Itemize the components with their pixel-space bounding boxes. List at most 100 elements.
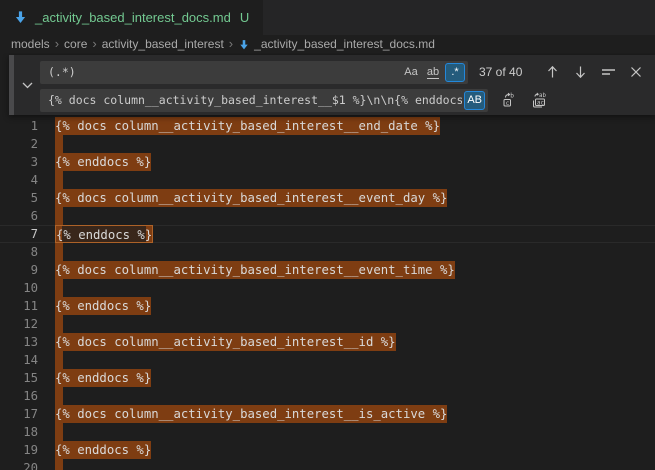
line-number[interactable]: 10 (0, 279, 38, 297)
line-content[interactable] (55, 459, 63, 470)
breadcrumb-item-models[interactable]: models (11, 37, 50, 51)
line-number[interactable]: 19 (0, 441, 38, 459)
code-line[interactable]: 8 (0, 243, 655, 261)
line-content[interactable] (55, 351, 63, 369)
line-content[interactable] (55, 243, 63, 261)
regex-button[interactable]: .* (445, 63, 465, 82)
whole-word-button[interactable]: ab (423, 63, 443, 82)
replace-value: {% docs column__activity_based_interest_… (48, 93, 462, 107)
line-number[interactable]: 7 (0, 225, 38, 243)
line-content[interactable]: {% docs column__activity_based_interest_… (55, 189, 447, 207)
code-line[interactable]: 10 (0, 279, 655, 297)
code-line[interactable]: 1 {% docs column__activity_based_interes… (0, 117, 655, 135)
chevron-right-icon: › (55, 36, 59, 51)
line-content[interactable]: {% docs column__activity_based_interest_… (55, 333, 396, 351)
markdown-icon (13, 10, 28, 25)
breadcrumb-item-folder[interactable]: activity_based_interest (102, 37, 224, 51)
find-in-selection-button[interactable] (598, 62, 618, 82)
replace-all-button[interactable]: ab ac (528, 90, 548, 110)
code-line[interactable]: 6 (0, 207, 655, 225)
match-case-button[interactable]: Aa (401, 63, 421, 82)
code-line[interactable]: 15 {% enddocs %} (0, 369, 655, 387)
code-line[interactable]: 12 (0, 315, 655, 333)
line-number[interactable]: 6 (0, 207, 38, 225)
code-line[interactable]: 5 {% docs column__activity_based_interes… (0, 189, 655, 207)
line-content[interactable] (55, 207, 63, 225)
code-line[interactable]: 7 {% enddocs %} (0, 225, 655, 243)
line-content[interactable]: {% docs column__activity_based_interest_… (55, 405, 447, 423)
replace-button[interactable]: b c (499, 90, 519, 110)
chevron-right-icon: › (229, 36, 233, 51)
next-match-button[interactable] (570, 62, 590, 82)
toggle-replace-button[interactable] (14, 55, 40, 115)
previous-match-button[interactable] (542, 62, 562, 82)
line-number[interactable]: 15 (0, 369, 38, 387)
line-content[interactable]: {% enddocs %} (55, 297, 151, 315)
breadcrumb-item-core[interactable]: core (64, 37, 87, 51)
line-number[interactable]: 14 (0, 351, 38, 369)
code-line[interactable]: 4 (0, 171, 655, 189)
editor-pane: (.*) Aa ab .* 37 of 40 (0, 53, 655, 470)
find-query: (.*) (48, 65, 399, 79)
find-match-highlight (55, 423, 63, 441)
line-number[interactable]: 1 (0, 117, 38, 135)
find-match-highlight (55, 243, 63, 261)
preserve-case-button[interactable]: AB (464, 91, 485, 110)
find-input[interactable]: (.*) Aa ab .* (40, 61, 468, 84)
editor-tab[interactable]: _activity_based_interest_docs.md U (0, 0, 263, 35)
line-number[interactable]: 2 (0, 135, 38, 153)
line-content[interactable]: {% enddocs %} (55, 369, 151, 387)
line-number[interactable]: 18 (0, 423, 38, 441)
line-number[interactable]: 20 (0, 459, 38, 470)
line-number[interactable]: 13 (0, 333, 38, 351)
line-content[interactable] (55, 387, 63, 405)
line-content[interactable] (55, 315, 63, 333)
line-number[interactable]: 12 (0, 315, 38, 333)
code-line[interactable]: 16 (0, 387, 655, 405)
svg-text:ac: ac (537, 100, 544, 106)
code-line[interactable]: 20 (0, 459, 655, 470)
line-number[interactable]: 5 (0, 189, 38, 207)
line-content[interactable]: {% enddocs %} (55, 441, 151, 459)
line-content[interactable]: {% docs column__activity_based_interest_… (55, 261, 455, 279)
find-match-highlight (55, 459, 63, 470)
find-match-highlight: {% docs column__activity_based_interest_… (55, 261, 455, 279)
code-line[interactable]: 9 {% docs column__activity_based_interes… (0, 261, 655, 279)
line-number[interactable]: 11 (0, 297, 38, 315)
line-content[interactable] (55, 423, 63, 441)
find-match-highlight: {% docs column__activity_based_interest_… (55, 117, 440, 135)
find-match-highlight (55, 315, 63, 333)
breadcrumb-item-file[interactable]: _activity_based_interest_docs.md (254, 37, 435, 51)
line-number[interactable]: 3 (0, 153, 38, 171)
tab-filename: _activity_based_interest_docs.md (35, 10, 231, 25)
code-line[interactable]: 3 {% enddocs %} (0, 153, 655, 171)
line-content[interactable] (55, 279, 63, 297)
find-match-highlight (55, 387, 63, 405)
line-content[interactable]: {% docs column__activity_based_interest_… (55, 117, 440, 135)
code-line[interactable]: 19 {% enddocs %} (0, 441, 655, 459)
find-match-highlight: {% enddocs %} (55, 369, 151, 387)
line-number[interactable]: 8 (0, 243, 38, 261)
tab-bar: _activity_based_interest_docs.md U (0, 0, 655, 35)
find-match-highlight: {% docs column__activity_based_interest_… (55, 333, 396, 351)
code-line[interactable]: 14 (0, 351, 655, 369)
line-content[interactable] (55, 135, 63, 153)
code-line[interactable]: 17 {% docs column__activity_based_intere… (0, 405, 655, 423)
line-number[interactable]: 4 (0, 171, 38, 189)
code-line[interactable]: 2 (0, 135, 655, 153)
replace-input[interactable]: {% docs column__activity_based_interest_… (40, 89, 488, 112)
line-number[interactable]: 17 (0, 405, 38, 423)
find-match-highlight (55, 207, 63, 225)
line-content[interactable]: {% enddocs %} (55, 153, 151, 171)
find-replace-widget: (.*) Aa ab .* 37 of 40 (9, 55, 655, 115)
close-icon[interactable] (626, 62, 646, 82)
code-line[interactable]: 11 {% enddocs %} (0, 297, 655, 315)
code-line[interactable]: 13 {% docs column__activity_based_intere… (0, 333, 655, 351)
line-number[interactable]: 16 (0, 387, 38, 405)
line-number[interactable]: 9 (0, 261, 38, 279)
line-content[interactable] (55, 171, 63, 189)
find-results-count: 37 of 40 (479, 65, 522, 79)
find-match-highlight (55, 279, 63, 297)
line-content[interactable]: {% enddocs %} (55, 225, 153, 243)
code-line[interactable]: 18 (0, 423, 655, 441)
